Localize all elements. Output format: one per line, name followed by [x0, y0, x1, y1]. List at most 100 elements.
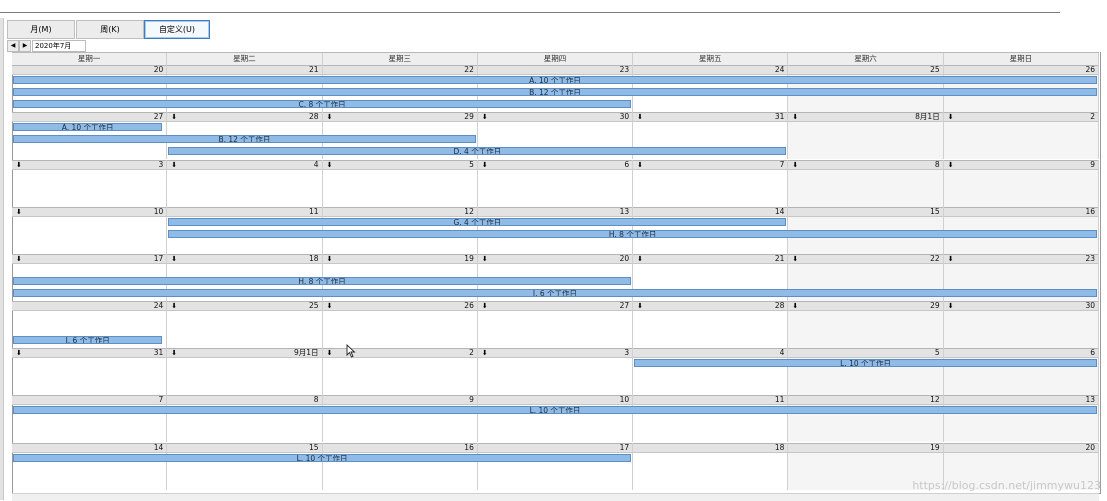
expand-marker-icon[interactable]: ⬇	[948, 302, 954, 310]
day-cell[interactable]: 14	[12, 443, 168, 490]
day-cell[interactable]: 18	[633, 443, 789, 490]
day-cell[interactable]: ⬇ 5	[322, 160, 478, 207]
day-cell[interactable]: ⬇ 29	[788, 301, 944, 348]
expand-marker-icon[interactable]: ⬇	[482, 302, 488, 310]
expand-marker-icon[interactable]: ⬇	[637, 161, 643, 169]
day-cell[interactable]: 15	[167, 443, 323, 490]
day-cell[interactable]: 17	[477, 443, 634, 490]
expand-marker-icon[interactable]: ⬇	[948, 255, 954, 263]
task-bar[interactable]: H. 8 个工作日	[13, 277, 632, 285]
task-bar[interactable]: I. 6 个工作日	[13, 336, 163, 344]
task-bar[interactable]: L. 10 个工作日	[13, 406, 1097, 414]
day-cell[interactable]: ⬇ 9月1日	[167, 348, 323, 395]
expand-marker-icon[interactable]: ⬇	[16, 208, 22, 216]
task-bar[interactable]: H. 8 个工作日	[168, 230, 1097, 238]
day-number: 13	[1085, 395, 1095, 404]
task-bar[interactable]: C. 8 个工作日	[13, 100, 632, 108]
task-bar[interactable]: A. 10 个工作日	[13, 123, 163, 131]
day-cell[interactable]: ⬇ 27	[477, 301, 634, 348]
expand-marker-icon[interactable]: ⬇	[637, 255, 643, 263]
expand-marker-icon[interactable]: ⬇	[16, 255, 22, 263]
expand-marker-icon[interactable]: ⬇	[482, 113, 488, 121]
task-bar[interactable]: B. 12 个工作日	[13, 135, 476, 143]
day-header: 13	[943, 395, 1098, 405]
day-cell[interactable]: ⬇ 26	[322, 301, 478, 348]
day-cell[interactable]: ⬇ 28	[633, 301, 789, 348]
task-bar[interactable]: I. 6 个工作日	[13, 289, 1097, 297]
expand-marker-icon[interactable]: ⬇	[327, 161, 333, 169]
day-cell[interactable]: 4	[633, 348, 789, 395]
next-month-icon[interactable]: ▶	[19, 40, 31, 52]
day-cell[interactable]: 6	[943, 348, 1099, 395]
day-cell[interactable]: ⬇ 31	[12, 348, 168, 395]
day-cell[interactable]: ⬇ 7	[633, 160, 789, 207]
day-number: 23	[619, 65, 630, 74]
day-cell[interactable]: 12	[788, 395, 944, 442]
expand-marker-icon[interactable]: ⬇	[16, 349, 22, 357]
day-cell[interactable]: 11	[633, 395, 789, 442]
expand-marker-icon[interactable]: ⬇	[948, 113, 954, 121]
day-header: 11	[167, 207, 322, 217]
expand-marker-icon[interactable]: ⬇	[171, 255, 177, 263]
day-cell[interactable]: 16	[322, 443, 478, 490]
month-field[interactable]: 2020年7月	[32, 40, 86, 52]
prev-month-icon[interactable]: ◀	[7, 40, 19, 52]
task-bar[interactable]: D. 4 个工作日	[168, 147, 787, 155]
day-cell[interactable]: ⬇ 3	[12, 160, 168, 207]
day-cell[interactable]: 8	[167, 395, 323, 442]
expand-marker-icon[interactable]: ⬇	[16, 161, 22, 169]
day-cell[interactable]: ⬇ 8	[788, 160, 944, 207]
expand-marker-icon[interactable]: ⬇	[948, 161, 954, 169]
day-header: 22	[322, 65, 477, 75]
expand-marker-icon[interactable]: ⬇	[327, 302, 333, 310]
task-bar[interactable]: B. 12 个工作日	[13, 88, 1097, 96]
expand-marker-icon[interactable]: ⬇	[327, 349, 333, 357]
expand-marker-icon[interactable]: ⬇	[792, 113, 798, 121]
task-bar[interactable]: L. 10 个工作日	[13, 454, 632, 462]
day-header: 16	[322, 443, 477, 453]
day-number: 5	[934, 348, 940, 357]
expand-marker-icon[interactable]: ⬇	[171, 113, 177, 121]
expand-marker-icon[interactable]: ⬇	[327, 113, 333, 121]
week-view-button[interactable]: 周(K)	[76, 20, 144, 39]
day-header: 24	[633, 65, 788, 75]
day-header: 5	[788, 348, 943, 358]
day-number: 22	[930, 254, 940, 263]
expand-marker-icon[interactable]: ⬇	[482, 161, 488, 169]
expand-marker-icon[interactable]: ⬇	[792, 255, 798, 263]
expand-marker-icon[interactable]: ⬇	[482, 349, 488, 357]
task-bar[interactable]: A. 10 个工作日	[13, 76, 1097, 84]
expand-marker-icon[interactable]: ⬇	[171, 349, 177, 357]
day-cell[interactable]: 13	[943, 395, 1099, 442]
day-cell[interactable]: ⬇ 2	[943, 112, 1099, 159]
day-cell[interactable]: ⬇ 30	[943, 301, 1099, 348]
task-bar[interactable]: L. 10 个工作日	[634, 359, 1097, 367]
day-cell[interactable]: 9	[322, 395, 478, 442]
day-header: 20	[943, 443, 1098, 453]
day-header: ⬇ 2	[943, 112, 1098, 122]
day-cell[interactable]: 5	[788, 348, 944, 395]
custom-view-button[interactable]: 自定义(U)	[144, 20, 210, 39]
day-cell[interactable]: ⬇ 6	[477, 160, 634, 207]
expand-marker-icon[interactable]: ⬇	[482, 255, 488, 263]
expand-marker-icon[interactable]: ⬇	[171, 161, 177, 169]
day-cell[interactable]: ⬇ 8月1日	[788, 112, 944, 159]
expand-marker-icon[interactable]: ⬇	[792, 161, 798, 169]
day-cell[interactable]: ⬇ 4	[167, 160, 323, 207]
day-cell[interactable]: ⬇ 3	[477, 348, 634, 395]
day-header: 18	[633, 443, 788, 453]
expand-marker-icon[interactable]: ⬇	[637, 302, 643, 310]
expand-marker-icon[interactable]: ⬇	[637, 113, 643, 121]
day-cell[interactable]: 10	[477, 395, 634, 442]
day-cell[interactable]: ⬇ 25	[167, 301, 323, 348]
task-bar[interactable]: G. 4 个工作日	[168, 218, 787, 226]
day-header: ⬇ 28	[633, 301, 788, 311]
day-cell[interactable]: ⬇ 10	[12, 207, 168, 254]
expand-marker-icon[interactable]: ⬇	[327, 255, 333, 263]
day-number: 29	[930, 301, 940, 310]
expand-marker-icon[interactable]: ⬇	[792, 302, 798, 310]
day-cell[interactable]: ⬇ 9	[943, 160, 1099, 207]
day-cell[interactable]: 7	[12, 395, 168, 442]
month-view-button[interactable]: 月(M)	[7, 20, 75, 39]
expand-marker-icon[interactable]: ⬇	[171, 302, 177, 310]
